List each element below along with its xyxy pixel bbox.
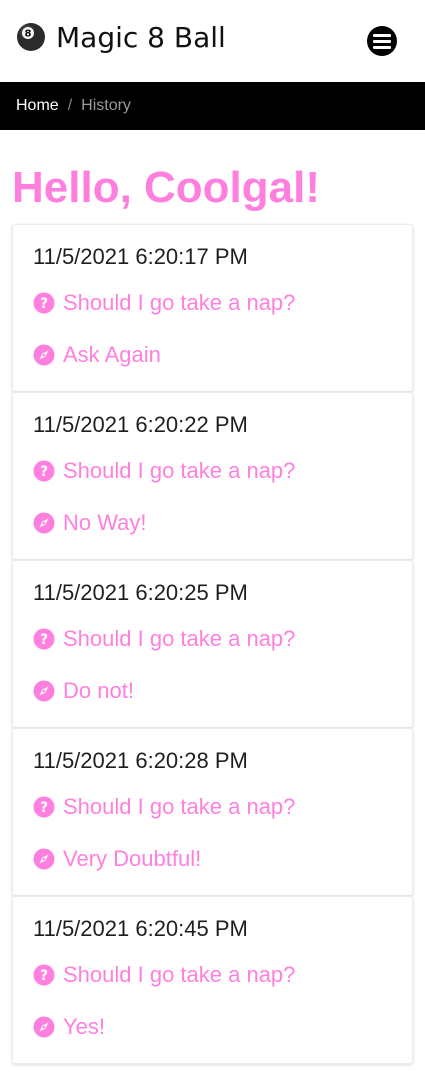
history-card: 11/5/2021 6:20:25 PM ? Should I go take …: [12, 560, 413, 728]
history-timestamp: 11/5/2021 6:20:28 PM: [33, 748, 248, 773]
compass-icon: [33, 848, 55, 870]
question-circle-icon: ?: [33, 292, 55, 314]
app-header: 8 Magic 8 Ball: [0, 0, 425, 82]
compass-icon: [33, 680, 55, 702]
history-answer: No Way!: [33, 509, 392, 537]
history-timestamp: 11/5/2021 6:20:45 PM: [33, 916, 248, 941]
svg-text:?: ?: [40, 632, 48, 648]
question-circle-icon: ?: [33, 964, 55, 986]
question-circle-icon: ?: [33, 460, 55, 482]
question-text: Should I go take a nap?: [63, 290, 296, 315]
history-card: 11/5/2021 6:20:22 PM ? Should I go take …: [12, 392, 413, 560]
history-question: ? Should I go take a nap?: [33, 625, 392, 653]
history-list: 11/5/2021 6:20:17 PM ? Should I go take …: [12, 224, 413, 1064]
svg-text:?: ?: [40, 296, 48, 312]
question-text: Should I go take a nap?: [63, 794, 296, 819]
history-timestamp: 11/5/2021 6:20:25 PM: [33, 580, 248, 605]
compass-icon: [33, 1016, 55, 1038]
app-title: Magic 8 Ball: [56, 20, 226, 54]
question-circle-icon: ?: [33, 628, 55, 650]
answer-text: No Way!: [63, 510, 147, 535]
compass-icon: [33, 512, 55, 534]
breadcrumb-current: History: [81, 97, 131, 114]
svg-text:?: ?: [40, 464, 48, 480]
answer-text: Ask Again: [63, 342, 161, 367]
answer-text: Do not!: [63, 678, 134, 703]
history-question: ? Should I go take a nap?: [33, 793, 392, 821]
answer-text: Yes!: [63, 1014, 106, 1039]
hamburger-menu-icon: [373, 33, 391, 37]
svg-text:?: ?: [40, 968, 48, 984]
question-text: Should I go take a nap?: [63, 458, 296, 483]
menu-button[interactable]: [367, 26, 397, 56]
answer-text: Very Doubtful!: [63, 846, 202, 871]
history-answer: Yes!: [33, 1013, 392, 1041]
svg-text:?: ?: [40, 800, 48, 816]
history-card: 11/5/2021 6:20:45 PM ? Should I go take …: [12, 896, 413, 1064]
history-answer: Do not!: [33, 677, 392, 705]
question-text: Should I go take a nap?: [63, 962, 296, 987]
history-card: 11/5/2021 6:20:17 PM ? Should I go take …: [12, 224, 413, 392]
history-card: 11/5/2021 6:20:28 PM ? Should I go take …: [12, 728, 413, 896]
magic-8-ball-icon: 8: [17, 23, 45, 51]
history-question: ? Should I go take a nap?: [33, 457, 392, 485]
brand[interactable]: 8 Magic 8 Ball: [16, 21, 226, 54]
breadcrumb-separator: /: [67, 97, 73, 114]
page-title: Hello, Coolgal!: [12, 163, 320, 212]
history-question: ? Should I go take a nap?: [33, 289, 392, 317]
question-text: Should I go take a nap?: [63, 626, 296, 651]
breadcrumb-home-link[interactable]: Home: [16, 97, 59, 115]
history-question: ? Should I go take a nap?: [33, 961, 392, 989]
history-answer: Very Doubtful!: [33, 845, 392, 873]
history-timestamp: 11/5/2021 6:20:22 PM: [33, 412, 248, 437]
breadcrumb: Home / History: [0, 82, 425, 130]
question-circle-icon: ?: [33, 796, 55, 818]
history-answer: Ask Again: [33, 341, 392, 369]
svg-text:8: 8: [25, 29, 32, 40]
compass-icon: [33, 344, 55, 366]
history-timestamp: 11/5/2021 6:20:17 PM: [33, 244, 248, 269]
